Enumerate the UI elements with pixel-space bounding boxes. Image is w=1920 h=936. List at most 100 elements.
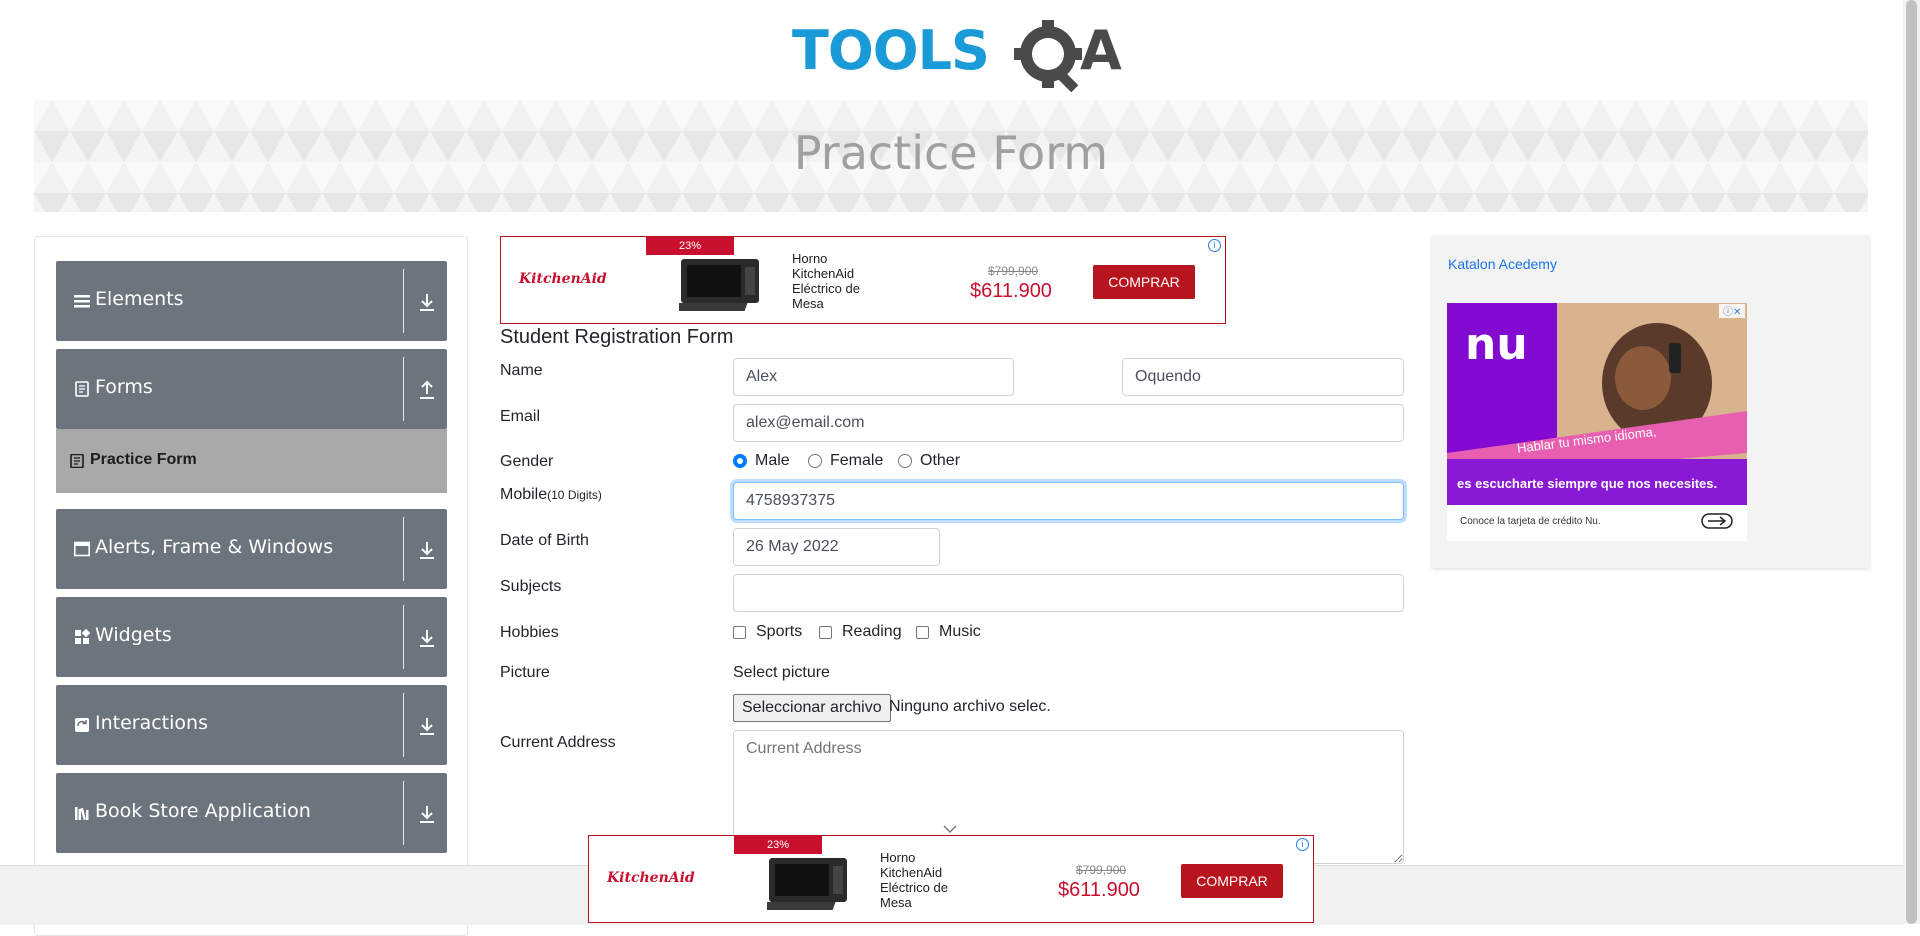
ad-price: $611.900 xyxy=(1058,879,1140,901)
comprar-button[interactable]: COMPRAR xyxy=(1181,864,1283,898)
gender-option-label: Other xyxy=(920,452,961,469)
oven-image xyxy=(679,259,759,311)
hobby-option-label: Sports xyxy=(756,623,803,640)
email-label: Email xyxy=(500,408,541,425)
radio-unselected xyxy=(808,454,822,468)
last-name-input[interactable]: Oquendo xyxy=(1122,358,1404,396)
sidebar-group-label: Book Store Application xyxy=(95,800,311,822)
sidebar-group-label: Forms xyxy=(95,376,153,398)
sidebar-group-alerts[interactable]: Alerts, Frame & Windows xyxy=(56,509,447,589)
widgets-icon xyxy=(75,629,90,644)
divider xyxy=(403,693,404,757)
kitchenaid-ad-bottom[interactable]: KitchenAid 23% Horno KitchenAid Eléctric… xyxy=(588,835,1314,923)
picture-label: Picture xyxy=(500,664,550,681)
discount-badge: 23% xyxy=(646,237,734,255)
hobby-checkbox-sports[interactable]: Sports xyxy=(733,623,802,641)
ad-product-title: Horno KitchenAid Eléctrico de Mesa xyxy=(792,251,860,311)
books-icon xyxy=(75,807,89,821)
svg-text:TOOLS: TOOLS xyxy=(792,19,989,82)
form-title: Student Registration Form xyxy=(500,326,734,348)
divider xyxy=(403,269,404,333)
checkbox-unchecked xyxy=(733,625,746,639)
comprar-button[interactable]: COMPRAR xyxy=(1093,265,1195,299)
nu-brand: nu xyxy=(1465,319,1528,370)
nu-ad-card[interactable]: nu Hablar tu mismo idioma, es escucharte… xyxy=(1447,303,1747,541)
ad-old-price: $799,900 xyxy=(988,264,1039,278)
right-ad[interactable]: Katalon Acedemy nu Hablar tu mismo idiom… xyxy=(1432,236,1869,568)
document-icon xyxy=(75,381,89,397)
sidebar-group-book-store[interactable]: Book Store Application xyxy=(56,773,447,853)
divider xyxy=(403,605,404,669)
chevron-down-icon[interactable] xyxy=(943,824,957,834)
radio-unselected xyxy=(898,454,912,468)
hamburger-icon xyxy=(74,295,90,308)
sidebar-group-interactions[interactable]: Interactions xyxy=(56,685,447,765)
ad-info-icon[interactable]: i xyxy=(1208,239,1221,252)
sidebar-group-label: Elements xyxy=(95,288,184,310)
sidebar-group-label: Interactions xyxy=(95,712,208,734)
sidebar: Elements Forms Practice Form Alerts, Fra… xyxy=(34,236,468,936)
ad-price: $611.900 xyxy=(970,280,1052,302)
divider xyxy=(403,517,404,581)
sidebar-group-label: Alerts, Frame & Windows xyxy=(95,536,334,558)
divider xyxy=(403,781,404,845)
svg-text:ⓘ✕: ⓘ✕ xyxy=(1723,306,1741,318)
interactions-icon xyxy=(75,718,89,732)
checkbox-unchecked xyxy=(916,625,929,639)
name-label: Name xyxy=(500,362,543,379)
subjects-input[interactable] xyxy=(733,574,1404,612)
ad-brand: KitchenAid xyxy=(519,271,607,287)
nu-ad-footer: Conoce la tarjeta de crédito Nu. xyxy=(1460,516,1601,527)
toolsqa-logo[interactable]: TOOLS A xyxy=(790,14,1140,93)
oven-image xyxy=(767,858,847,910)
window-icon xyxy=(74,541,90,557)
email-input[interactable]: alex@email.com xyxy=(733,404,1404,442)
scrollbar-thumb[interactable] xyxy=(1906,0,1917,924)
page-title: Practice Form xyxy=(793,126,1109,180)
sidebar-group-forms[interactable]: Forms xyxy=(56,349,447,429)
sidebar-group-elements[interactable]: Elements xyxy=(56,261,447,341)
mobile-label-text: Mobile xyxy=(500,486,548,503)
toolsqa-logo-graphic: TOOLS A xyxy=(792,19,1122,93)
gender-radio-other[interactable]: Other xyxy=(898,452,960,470)
radio-selected xyxy=(733,454,747,468)
form-icon xyxy=(70,454,84,468)
hobbies-label: Hobbies xyxy=(500,624,559,641)
sidebar-item-practice-form[interactable]: Practice Form xyxy=(56,429,447,493)
page-banner: Practice Form xyxy=(34,100,1868,212)
sidebar-group-widgets[interactable]: Widgets xyxy=(56,597,447,677)
sidebar-group-label: Widgets xyxy=(95,624,172,646)
address-label: Current Address xyxy=(500,734,616,751)
hobby-option-label: Reading xyxy=(842,623,902,640)
discount-badge: 23% xyxy=(734,836,822,854)
download-icon[interactable] xyxy=(418,627,436,649)
vertical-scrollbar[interactable] xyxy=(1903,0,1920,924)
download-icon[interactable] xyxy=(418,803,436,825)
ad-old-price: $799,900 xyxy=(1076,863,1127,877)
nu-ad-image: nu Hablar tu mismo idioma, es escucharte… xyxy=(1447,303,1747,505)
gender-radio-female[interactable]: Female xyxy=(808,452,883,470)
hobby-checkbox-music[interactable]: Music xyxy=(916,623,981,641)
nu-ad-graphic: nu Hablar tu mismo idioma, es escucharte… xyxy=(1447,303,1747,505)
kitchenaid-ad-top[interactable]: KitchenAid 23% Horno KitchenAid Eléctric… xyxy=(500,236,1226,324)
gender-option-label: Male xyxy=(755,452,790,469)
gender-radio-male[interactable]: Male xyxy=(733,452,790,470)
arrow-right-icon[interactable] xyxy=(1701,513,1733,529)
checkbox-unchecked xyxy=(819,625,832,639)
download-icon[interactable] xyxy=(418,291,436,313)
upload-icon[interactable] xyxy=(418,379,436,401)
date-of-birth-input[interactable]: 26 May 2022 xyxy=(733,528,940,566)
choose-file-button[interactable]: Seleccionar archivo xyxy=(733,694,891,722)
mobile-input[interactable]: 4758937375 xyxy=(733,482,1404,520)
ad-brand: KitchenAid xyxy=(607,870,695,886)
sidebar-item-label: Practice Form xyxy=(90,451,197,468)
dob-label: Date of Birth xyxy=(500,532,589,549)
ad-info-icon[interactable]: i xyxy=(1296,838,1309,851)
hobby-checkbox-reading[interactable]: Reading xyxy=(819,623,902,641)
download-icon[interactable] xyxy=(418,539,436,561)
divider xyxy=(403,357,404,421)
first-name-input[interactable]: Alex xyxy=(733,358,1014,396)
katalon-academy-link[interactable]: Katalon Acedemy xyxy=(1448,256,1557,272)
svg-text:A: A xyxy=(1080,19,1122,82)
download-icon[interactable] xyxy=(418,715,436,737)
